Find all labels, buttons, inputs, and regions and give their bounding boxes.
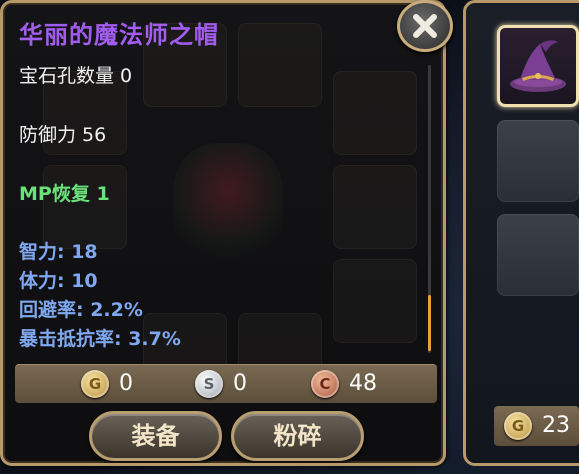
background-slot: [333, 71, 417, 155]
wizard-hat-icon: [510, 40, 566, 92]
close-button[interactable]: [397, 0, 453, 52]
gem-socket-stat: 宝石孔数量 0: [19, 65, 133, 87]
copper-coin-icon: C: [311, 370, 339, 398]
inventory-slot-empty[interactable]: [497, 120, 579, 202]
item-title: 华丽的魔法师之帽: [19, 21, 219, 49]
scrollbar-thumb[interactable]: [428, 295, 431, 351]
copper-value: 48: [349, 371, 377, 396]
price-bar: G 0 S 0 C 48: [15, 364, 437, 403]
inventory-slot-selected[interactable]: [497, 25, 579, 107]
mp-recovery-stat: MP恢复 1: [19, 183, 110, 205]
background-slot: [333, 259, 417, 343]
player-gold-value: 23: [542, 413, 570, 438]
gold-coin-icon: G: [81, 370, 109, 398]
inventory-side-panel: [463, 0, 579, 466]
silver-coin-icon: S: [195, 370, 223, 398]
smash-button[interactable]: 粉碎: [231, 411, 364, 461]
inventory-slot-empty[interactable]: [497, 214, 579, 296]
intelligence-stat: 智力: 18: [19, 241, 98, 263]
evasion-stat: 回避率: 2.2%: [19, 299, 143, 321]
gold-coin-icon: G: [504, 412, 532, 440]
item-detail-popup: 华丽的魔法师之帽 宝石孔数量 0 防御力 56 MP恢复 1 智力: 18 体力…: [0, 0, 446, 466]
close-icon: [413, 14, 437, 38]
stats-scrollbar[interactable]: [428, 65, 431, 353]
background-slot: [238, 23, 322, 107]
defense-stat: 防御力 56: [19, 124, 107, 146]
crit-resist-stat: 暴击抵抗率: 3.7%: [19, 328, 181, 350]
player-gold-bar: G 23: [494, 406, 579, 446]
gold-value: 0: [119, 371, 133, 396]
equip-button[interactable]: 装备: [89, 411, 222, 461]
silver-value: 0: [233, 371, 247, 396]
background-slot: [333, 165, 417, 249]
background-character: [173, 143, 283, 263]
stamina-stat: 体力: 10: [19, 270, 98, 292]
